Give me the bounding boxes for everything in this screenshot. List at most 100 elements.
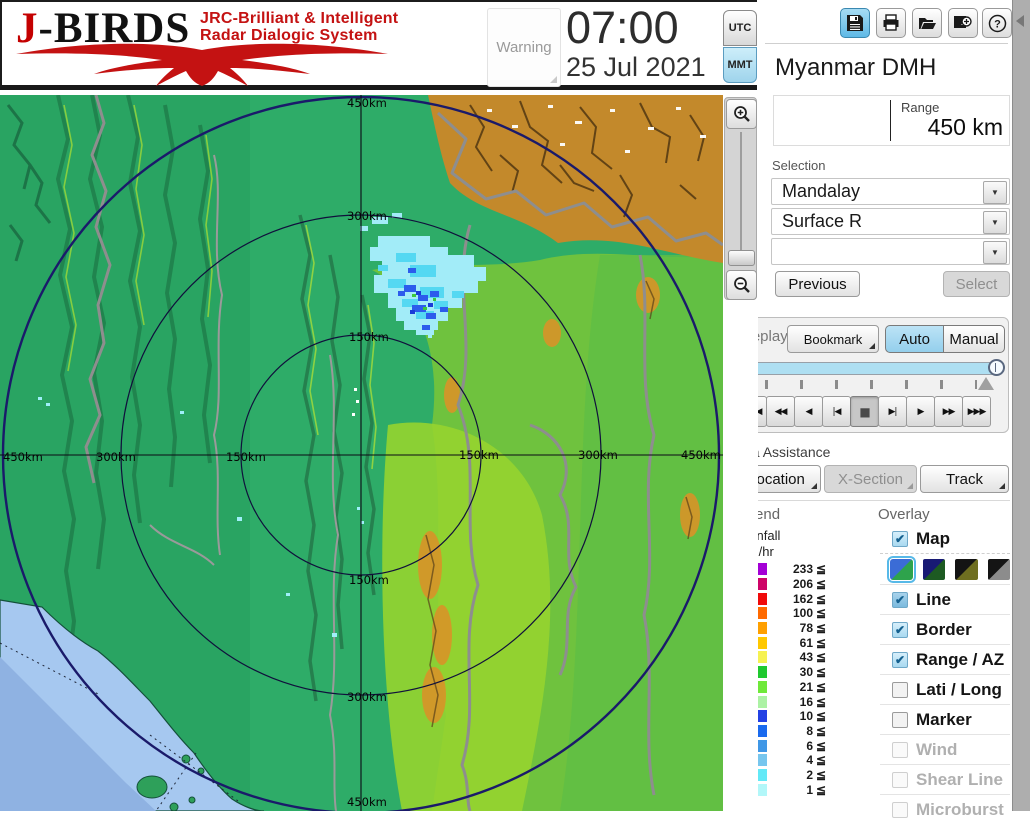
checkbox-map[interactable]: ✔ (892, 531, 908, 547)
selection-label: Selection (772, 158, 825, 173)
checkbox-range-az[interactable]: ✔ (892, 652, 908, 668)
checkbox-border[interactable]: ✔ (892, 622, 908, 638)
save-button[interactable] (840, 8, 870, 38)
map-style-swatch-2[interactable] (923, 559, 946, 580)
legend-value: 16 (773, 695, 813, 709)
overlay-item-label: Marker (916, 710, 972, 730)
overlay-item-label: Range / AZ (916, 650, 1004, 670)
range-end-marker[interactable] (978, 377, 994, 390)
overlay-item-lati-long[interactable]: Lati / Long (880, 674, 1010, 704)
range-ring-label: 450km (347, 96, 387, 110)
legend-operator: ≦ (816, 592, 826, 606)
site-dropdown[interactable]: Mandalay ▼ (771, 178, 1010, 205)
replay-group: Replay Bookmark Auto Manual ◀◀◀◀◀◀|◀■▶|▶… (730, 317, 1009, 433)
legend-value: 61 (773, 636, 813, 650)
step-back-button[interactable]: |◀ (822, 396, 851, 427)
help-button[interactable]: ? (982, 8, 1012, 38)
stop-button[interactable]: ■ (850, 396, 879, 427)
chevron-down-icon[interactable]: ▼ (983, 211, 1007, 234)
svg-text:?: ? (994, 18, 1001, 30)
option-dropdown[interactable]: ▼ (771, 238, 1010, 265)
x-section-button[interactable]: X-Section (824, 465, 917, 493)
legend-value: 2 (773, 768, 813, 782)
map-style-swatch-3[interactable] (955, 559, 978, 580)
print-icon (882, 14, 900, 32)
panel-collapse-strip[interactable] (1012, 0, 1030, 811)
auto-button[interactable]: Auto (885, 325, 943, 353)
track-button[interactable]: Track (920, 465, 1009, 493)
legend-value: 1 (773, 783, 813, 797)
legend-operator: ≦ (816, 783, 826, 797)
radar-map[interactable]: 450km300km150km150km300km450km450km300km… (0, 95, 723, 811)
legend-separator (725, 500, 1010, 501)
transport-controls: ◀◀◀◀◀◀|◀■▶|▶▶▶▶▶▶ (739, 396, 991, 427)
manual-button[interactable]: Manual (943, 325, 1005, 353)
chevron-down-icon[interactable]: ▼ (983, 241, 1007, 264)
checkbox-line[interactable]: ✔ (892, 592, 908, 608)
overlay-item-line[interactable]: ✔Line (880, 584, 1010, 614)
overlay-item-range-az[interactable]: ✔ Range / AZ (880, 644, 1010, 674)
map-style-swatch-1[interactable] (890, 559, 913, 580)
zoom-slider-track[interactable] (740, 132, 742, 252)
range-ring-label: 150km (349, 573, 389, 587)
zoom-out-icon (732, 275, 752, 295)
checkbox-lati-long[interactable] (892, 682, 908, 698)
print-button[interactable] (876, 8, 906, 38)
bookmark-button[interactable]: Bookmark (787, 325, 879, 353)
map-style-swatch-4[interactable] (988, 559, 1011, 580)
warning-button[interactable]: Warning (487, 8, 561, 87)
overlay-item-border[interactable]: ✔ Border (880, 614, 1010, 644)
checkbox-microburst (892, 802, 908, 818)
zoom-out-button[interactable] (726, 270, 757, 300)
legend-value: 206 (773, 577, 813, 591)
collapse-arrow-icon[interactable] (1016, 15, 1024, 27)
overlay-item-wind: Wind (880, 734, 1010, 764)
map-style-row (880, 553, 1010, 584)
overlay-item-marker[interactable]: Marker (880, 704, 1010, 734)
legend-value: 78 (773, 621, 813, 635)
overlay-item-label: Lati / Long (916, 680, 1002, 700)
open-folder-icon (918, 14, 937, 32)
range-ring-label: 300km (347, 690, 387, 704)
replay-slider[interactable] (741, 362, 997, 375)
product-dropdown[interactable]: Surface R ▼ (771, 208, 1010, 235)
overlay-item-map[interactable]: ✔Map (880, 524, 1010, 553)
legend-value: 100 (773, 606, 813, 620)
range-ring-label: 450km (347, 795, 387, 809)
range-ring-label: 150km (459, 448, 499, 462)
add-image-button[interactable] (948, 8, 978, 38)
map-zoom-strip (723, 95, 758, 811)
play-reverse-button[interactable]: ◀ (794, 396, 823, 427)
chevron-down-icon[interactable]: ▼ (983, 181, 1007, 204)
range-ring-label: 150km (349, 330, 389, 344)
zoom-slider-handle[interactable] (728, 250, 755, 266)
forward-button[interactable]: ▶▶ (934, 396, 963, 427)
utc-button[interactable]: UTC (723, 10, 757, 46)
step-forward-button[interactable]: ▶| (878, 396, 907, 427)
legend-operator: ≦ (816, 562, 826, 576)
legend-operator: ≦ (816, 724, 826, 738)
overlay-label: Overlay (878, 506, 930, 523)
forward-fast-button[interactable]: ▶▶▶ (962, 396, 991, 427)
checkbox-wind (892, 742, 908, 758)
checkbox-marker[interactable] (892, 712, 908, 728)
previous-button[interactable]: Previous (775, 271, 860, 297)
replay-slider-handle[interactable] (988, 359, 1005, 376)
legend-value: 4 (773, 753, 813, 767)
select-button[interactable]: Select (943, 271, 1010, 297)
legend-operator: ≦ (816, 680, 826, 694)
rewind-button[interactable]: ◀◀ (766, 396, 795, 427)
play-button[interactable]: ▶ (906, 396, 935, 427)
mmt-button[interactable]: MMT (723, 47, 757, 83)
zoom-in-button[interactable] (726, 99, 757, 129)
app-logo-tagline: JRC-Brilliant & Intelligent Radar Dialog… (200, 10, 398, 44)
overlay-item-label: Wind (916, 740, 957, 760)
range-ring-label: 300km (578, 448, 618, 462)
overlay-item-label: Shear Line (916, 770, 1003, 790)
open-folder-button[interactable] (912, 8, 942, 38)
warning-label: Warning (496, 39, 551, 56)
overlay-item-label: Border (916, 620, 972, 640)
zoom-in-icon (732, 104, 752, 124)
overlay-item-shear-line: Shear Line (880, 764, 1010, 794)
help-icon: ? (988, 14, 1007, 33)
